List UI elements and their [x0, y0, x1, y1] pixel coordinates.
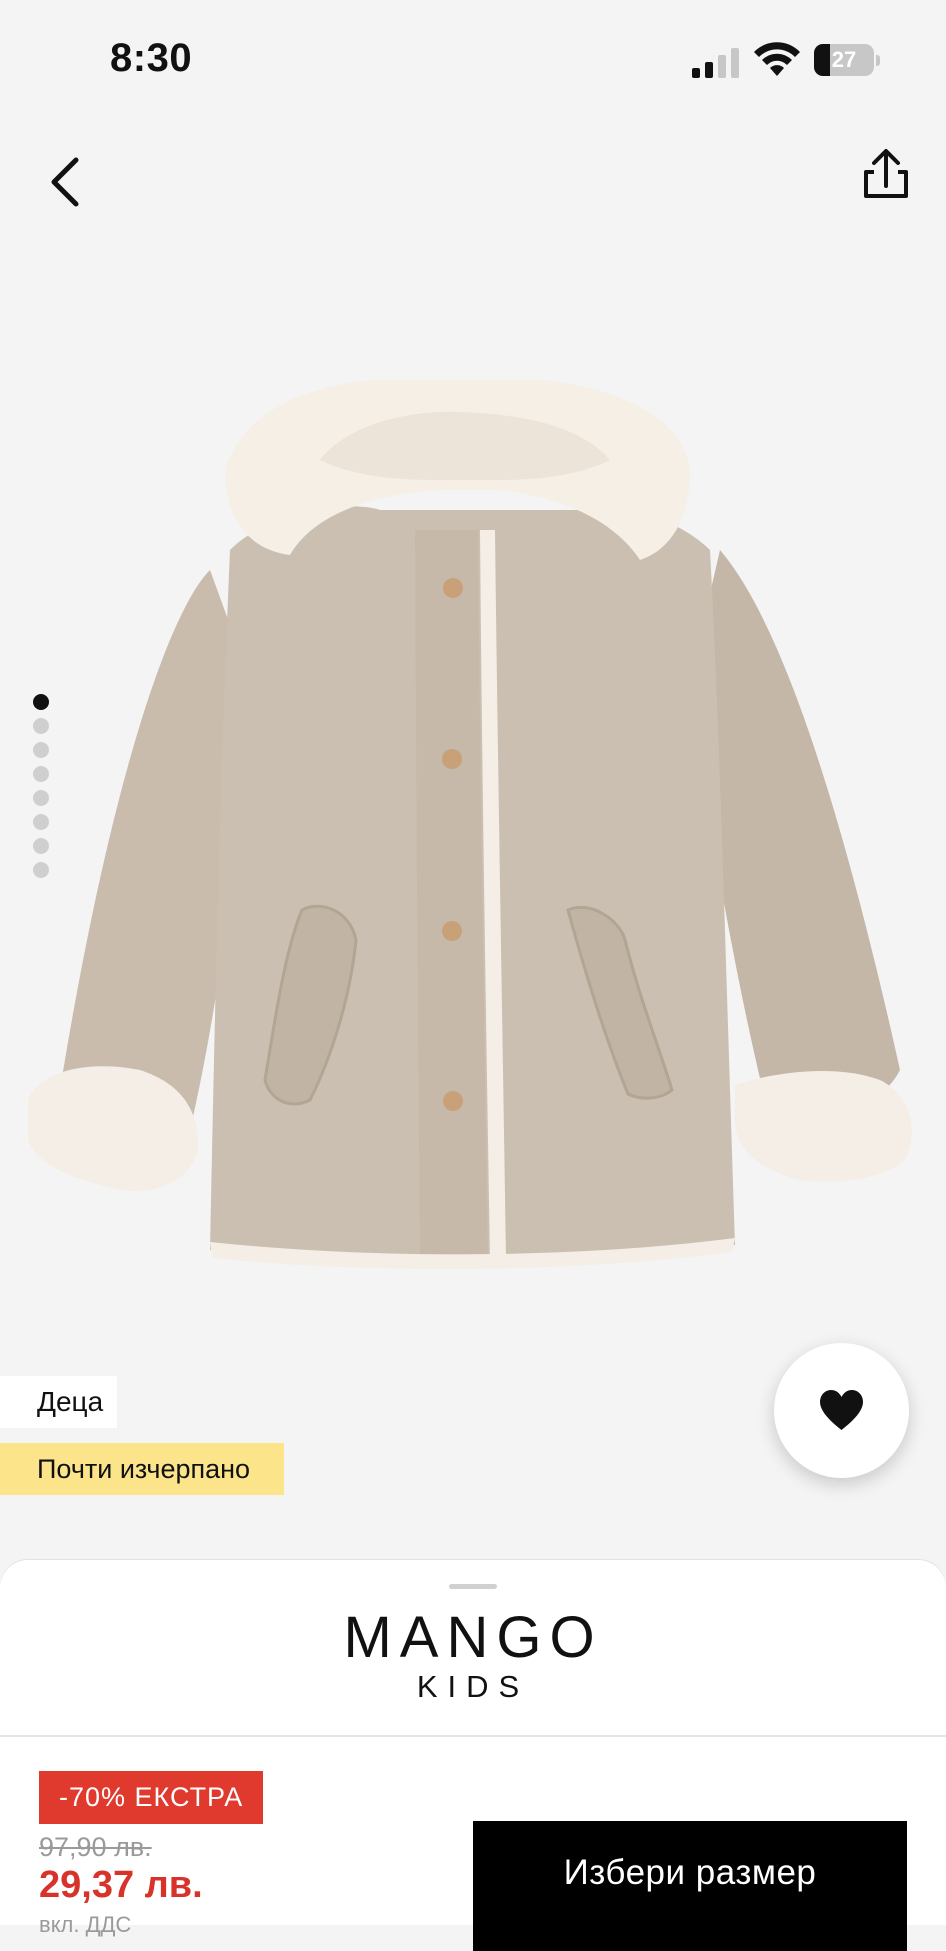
share-icon	[864, 149, 908, 198]
image-carousel-indicator	[33, 694, 49, 886]
original-price: 97,90 лв.	[39, 1832, 152, 1862]
carousel-dot[interactable]	[33, 718, 49, 734]
favorite-button[interactable]	[774, 1343, 909, 1478]
stock-status-badge: Почти изчерпано	[0, 1443, 285, 1495]
status-bar: 8:30 27	[0, 0, 946, 120]
heart-icon	[820, 1390, 863, 1430]
divider	[0, 1735, 946, 1737]
share-button[interactable]	[856, 144, 916, 208]
carousel-dot[interactable]	[33, 742, 49, 758]
carousel-dot[interactable]	[33, 694, 49, 710]
sheet-drag-handle[interactable]	[449, 1584, 497, 1589]
battery-icon: 27	[814, 44, 880, 78]
carousel-dot[interactable]	[33, 862, 49, 878]
back-button[interactable]	[40, 150, 96, 214]
product-info-sheet: MANGO KIDS -70% ЕКСТРА 97,90 лв. 29,37 л…	[0, 1560, 946, 1951]
category-tag: Деца	[0, 1376, 118, 1428]
status-time: 8:30	[110, 36, 193, 80]
brand-sub: KIDS	[416, 1669, 530, 1704]
brand-name: MANGO	[343, 1605, 603, 1670]
battery-level: 27	[831, 47, 857, 72]
sale-price: 29,37 лв.	[39, 1864, 203, 1906]
discount-badge: -70% ЕКСТРА	[39, 1771, 264, 1824]
select-size-button[interactable]: Избери размер	[473, 1821, 907, 1951]
carousel-dot[interactable]	[33, 814, 49, 830]
wifi-icon	[754, 42, 800, 76]
product-image[interactable]	[20, 380, 926, 1280]
carousel-dot[interactable]	[33, 766, 49, 782]
carousel-dot[interactable]	[33, 790, 49, 806]
chevron-left-icon	[51, 157, 79, 207]
vat-note: вкл. ДДС	[39, 1912, 132, 1937]
brand-logo: MANGO KIDS	[0, 1606, 946, 1704]
cellular-signal-icon	[692, 48, 739, 78]
carousel-dot[interactable]	[33, 838, 49, 854]
